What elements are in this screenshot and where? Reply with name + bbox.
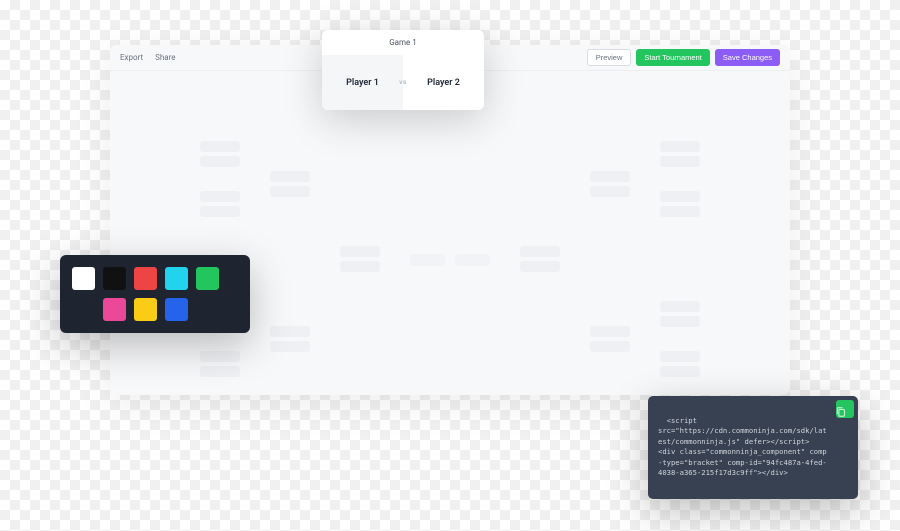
embed-code-text: <script src="https://cdn.commoninja.com/… xyxy=(658,416,827,477)
bracket-slot[interactable] xyxy=(660,156,700,167)
bracket-slot[interactable] xyxy=(660,316,700,327)
bracket-slot[interactable] xyxy=(200,351,240,362)
bracket-slot[interactable] xyxy=(270,326,310,337)
bracket-slot[interactable] xyxy=(520,261,560,272)
copy-code-button[interactable] xyxy=(836,400,854,418)
bracket-slot[interactable] xyxy=(590,186,630,197)
color-swatch-blue[interactable] xyxy=(165,298,188,321)
bracket-slot[interactable] xyxy=(660,366,700,377)
bracket-slot[interactable] xyxy=(590,341,630,352)
bracket-slot[interactable] xyxy=(340,246,380,257)
color-swatch-red[interactable] xyxy=(134,267,157,290)
bracket-canvas[interactable] xyxy=(110,71,790,395)
bracket-slot[interactable] xyxy=(590,171,630,182)
bracket-slot[interactable] xyxy=(270,186,310,197)
color-swatch-cyan[interactable] xyxy=(165,267,188,290)
bracket-slot[interactable] xyxy=(660,191,700,202)
bracket-slot[interactable] xyxy=(340,261,380,272)
color-swatch-yellow[interactable] xyxy=(134,298,157,321)
export-link[interactable]: Export xyxy=(120,53,143,62)
bracket-slot[interactable] xyxy=(200,206,240,217)
save-changes-button[interactable]: Save Changes xyxy=(715,49,780,66)
player-2[interactable]: Player 2 xyxy=(403,55,484,110)
bracket-slot[interactable] xyxy=(200,191,240,202)
game-title: Game 1 xyxy=(322,30,484,55)
color-palette xyxy=(60,255,250,333)
vs-label: vs xyxy=(399,78,407,86)
bracket-slot-final[interactable] xyxy=(455,254,490,266)
bracket-slot[interactable] xyxy=(200,156,240,167)
start-tournament-button[interactable]: Start Tournament xyxy=(636,49,709,66)
bracket-slot[interactable] xyxy=(520,246,560,257)
bracket-slot[interactable] xyxy=(270,341,310,352)
bracket-slot[interactable] xyxy=(660,301,700,312)
color-swatch-pink[interactable] xyxy=(103,298,126,321)
bracket-slot[interactable] xyxy=(660,206,700,217)
bracket-slot[interactable] xyxy=(200,141,240,152)
bracket-slot[interactable] xyxy=(270,171,310,182)
share-link[interactable]: Share xyxy=(155,53,175,62)
embed-code-box: <script src="https://cdn.commoninja.com/… xyxy=(648,396,858,500)
color-swatch-black[interactable] xyxy=(103,267,126,290)
copy-icon xyxy=(836,386,854,431)
bracket-slot[interactable] xyxy=(590,326,630,337)
bracket-slot[interactable] xyxy=(660,141,700,152)
bracket-slot[interactable] xyxy=(200,366,240,377)
player-1[interactable]: Player 1 xyxy=(322,55,403,110)
preview-button[interactable]: Preview xyxy=(587,49,632,66)
game-card[interactable]: Game 1 Player 1 Player 2 vs xyxy=(322,30,484,110)
color-swatch-green[interactable] xyxy=(196,267,219,290)
bracket-slot[interactable] xyxy=(660,351,700,362)
bracket-slot-final[interactable] xyxy=(410,254,445,266)
color-swatch-white[interactable] xyxy=(72,267,95,290)
